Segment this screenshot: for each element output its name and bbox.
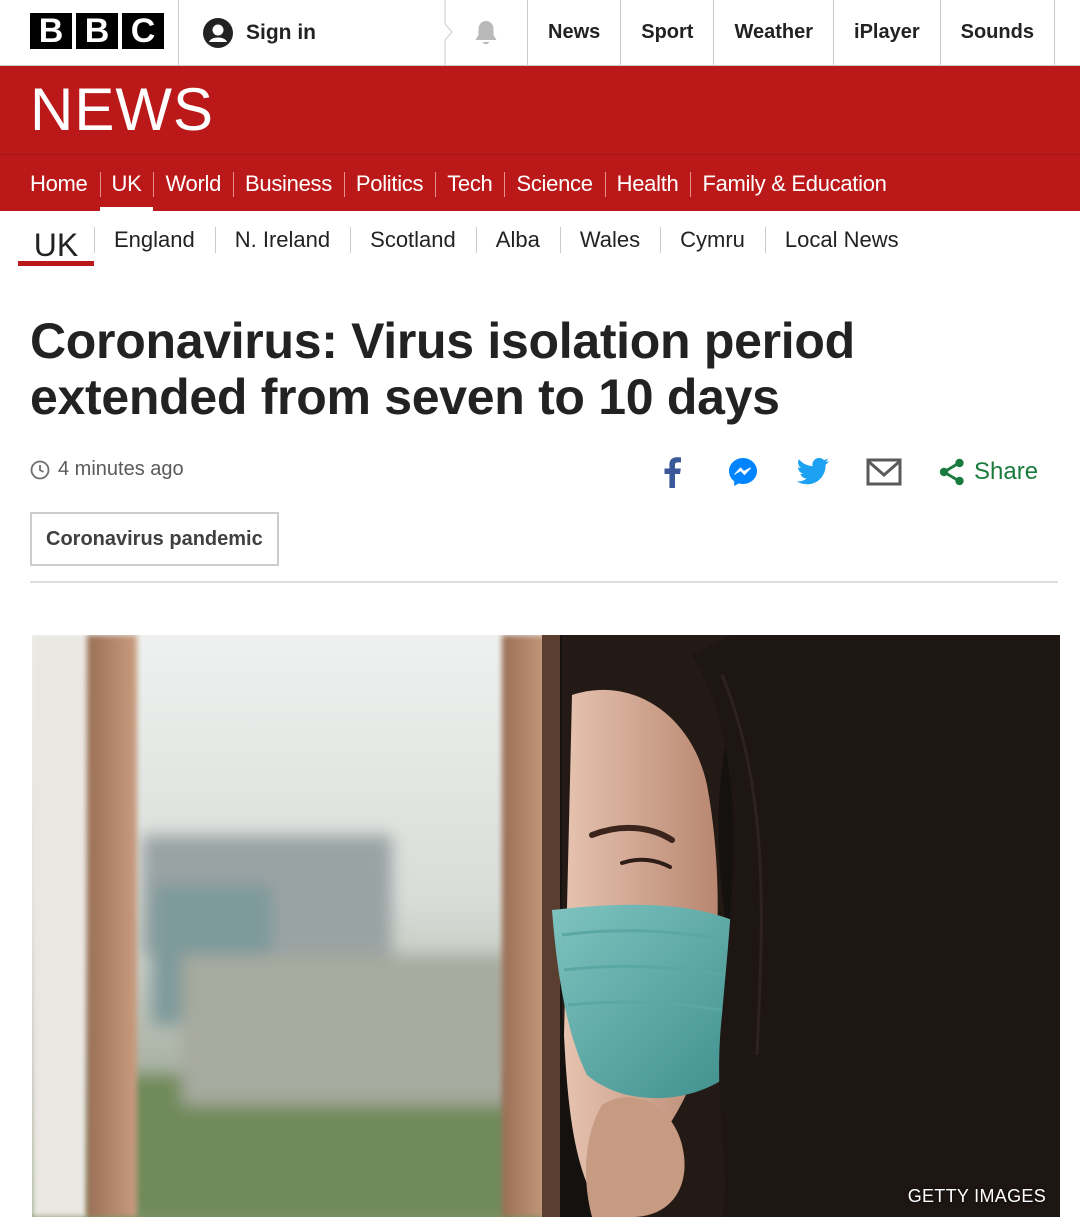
nav-link[interactable]: Cymru	[660, 225, 765, 255]
nav-link[interactable]: Local News	[765, 225, 919, 255]
section-title[interactable]: UK	[18, 217, 94, 278]
clock-icon	[30, 460, 50, 479]
primary-nav-item-world[interactable]: World	[153, 155, 233, 212]
news-wordmark[interactable]: NEWS	[30, 78, 214, 142]
masthead-divider	[178, 0, 179, 65]
bbc-top-nav: News Sport Weather iPlayer Sounds	[527, 0, 1055, 65]
nav-link[interactable]: Alba	[476, 225, 560, 255]
nav-link[interactable]: UK	[100, 155, 154, 212]
secondary-nav-item-alba[interactable]: Alba	[475, 225, 560, 255]
story-timestamp: 4 minutes ago	[58, 458, 184, 480]
secondary-nav-item-england[interactable]: England	[94, 225, 215, 255]
user-icon	[203, 18, 233, 48]
primary-nav-item-tech[interactable]: Tech	[435, 155, 504, 212]
image-copyright: GETTY IMAGES	[907, 1186, 1046, 1206]
secondary-nav-item-n-ireland[interactable]: N. Ireland	[214, 225, 350, 255]
primary-nav-item-family-education[interactable]: Family & Education	[690, 155, 898, 212]
secondary-nav: UK England N. Ireland Scotland Alba Wale…	[0, 211, 1080, 269]
hero-image: GETTY IMAGES	[32, 635, 1060, 1217]
top-nav-sport[interactable]: Sport	[620, 0, 713, 65]
active-section-underline	[18, 261, 94, 266]
nav-link[interactable]: Tech	[435, 155, 504, 212]
sign-in-label: Sign in	[246, 21, 316, 44]
top-nav-news[interactable]: News	[527, 0, 620, 65]
messenger-icon	[729, 458, 757, 486]
notifications-button[interactable]	[445, 0, 527, 65]
facebook-icon	[664, 457, 681, 488]
share-label: Share	[974, 458, 1039, 485]
nav-link[interactable]: Health	[605, 155, 691, 212]
top-nav-iplayer[interactable]: iPlayer	[833, 0, 940, 65]
primary-nav-item-uk[interactable]: UK	[99, 155, 154, 212]
nav-link[interactable]: Scotland	[350, 225, 476, 255]
nav-link[interactable]: Business	[233, 155, 344, 212]
primary-nav-item-business[interactable]: Business	[233, 155, 344, 212]
secondary-nav-item-local-news[interactable]: Local News	[764, 225, 919, 255]
top-nav-sounds[interactable]: Sounds	[939, 0, 1055, 65]
primary-nav-item-science[interactable]: Science	[504, 155, 604, 212]
secondary-nav-item-cymru[interactable]: Cymru	[660, 225, 765, 255]
bell-icon	[475, 20, 497, 44]
primary-nav: Home UK World Business Politics Tech Sci…	[0, 154, 1080, 212]
secondary-nav-item-scotland[interactable]: Scotland	[350, 225, 476, 255]
bbc-logo[interactable]: B B C	[30, 13, 164, 49]
header-divider	[30, 581, 1058, 583]
nav-link[interactable]: World	[153, 155, 233, 212]
email-icon	[866, 458, 902, 486]
story-headline: Coronavirus: Virus isolation period exte…	[30, 313, 855, 425]
primary-nav-item-politics[interactable]: Politics	[343, 155, 435, 212]
story-meta: 4 minutes ago	[30, 458, 184, 481]
twitter-icon	[796, 458, 829, 485]
nav-link[interactable]: England	[94, 225, 215, 255]
share-facebook-button[interactable]	[652, 452, 692, 492]
nav-link[interactable]: Home	[18, 155, 100, 212]
nav-link[interactable]: Wales	[560, 225, 660, 255]
sign-in-button[interactable]: Sign in	[202, 17, 316, 49]
topic-tag[interactable]: Coronavirus pandemic	[30, 512, 279, 566]
bbc-masthead: B B C Sign in News Sport Weather iPlayer…	[0, 0, 1080, 66]
primary-nav-item-health[interactable]: Health	[604, 155, 691, 212]
news-banner: NEWS	[0, 66, 1080, 154]
nav-link[interactable]: N. Ireland	[215, 225, 350, 255]
nav-link[interactable]: Politics	[344, 155, 435, 212]
top-nav-weather[interactable]: Weather	[713, 0, 833, 65]
secondary-nav-item-wales[interactable]: Wales	[559, 225, 660, 255]
hero-photo-illustration	[32, 635, 1060, 1217]
bbc-logo-letter: B	[76, 13, 118, 49]
share-icon	[939, 458, 964, 486]
nav-link[interactable]: Family & Education	[690, 155, 898, 212]
share-twitter-button[interactable]	[793, 452, 833, 492]
share-email-button[interactable]	[864, 452, 904, 492]
share-button[interactable]: Share	[938, 452, 1038, 492]
bbc-logo-letter: C	[122, 13, 164, 49]
bbc-logo-letter: B	[30, 13, 72, 49]
nav-link[interactable]: Science	[504, 155, 604, 212]
share-messenger-button[interactable]	[723, 452, 763, 492]
primary-nav-item-home[interactable]: Home	[18, 155, 100, 212]
